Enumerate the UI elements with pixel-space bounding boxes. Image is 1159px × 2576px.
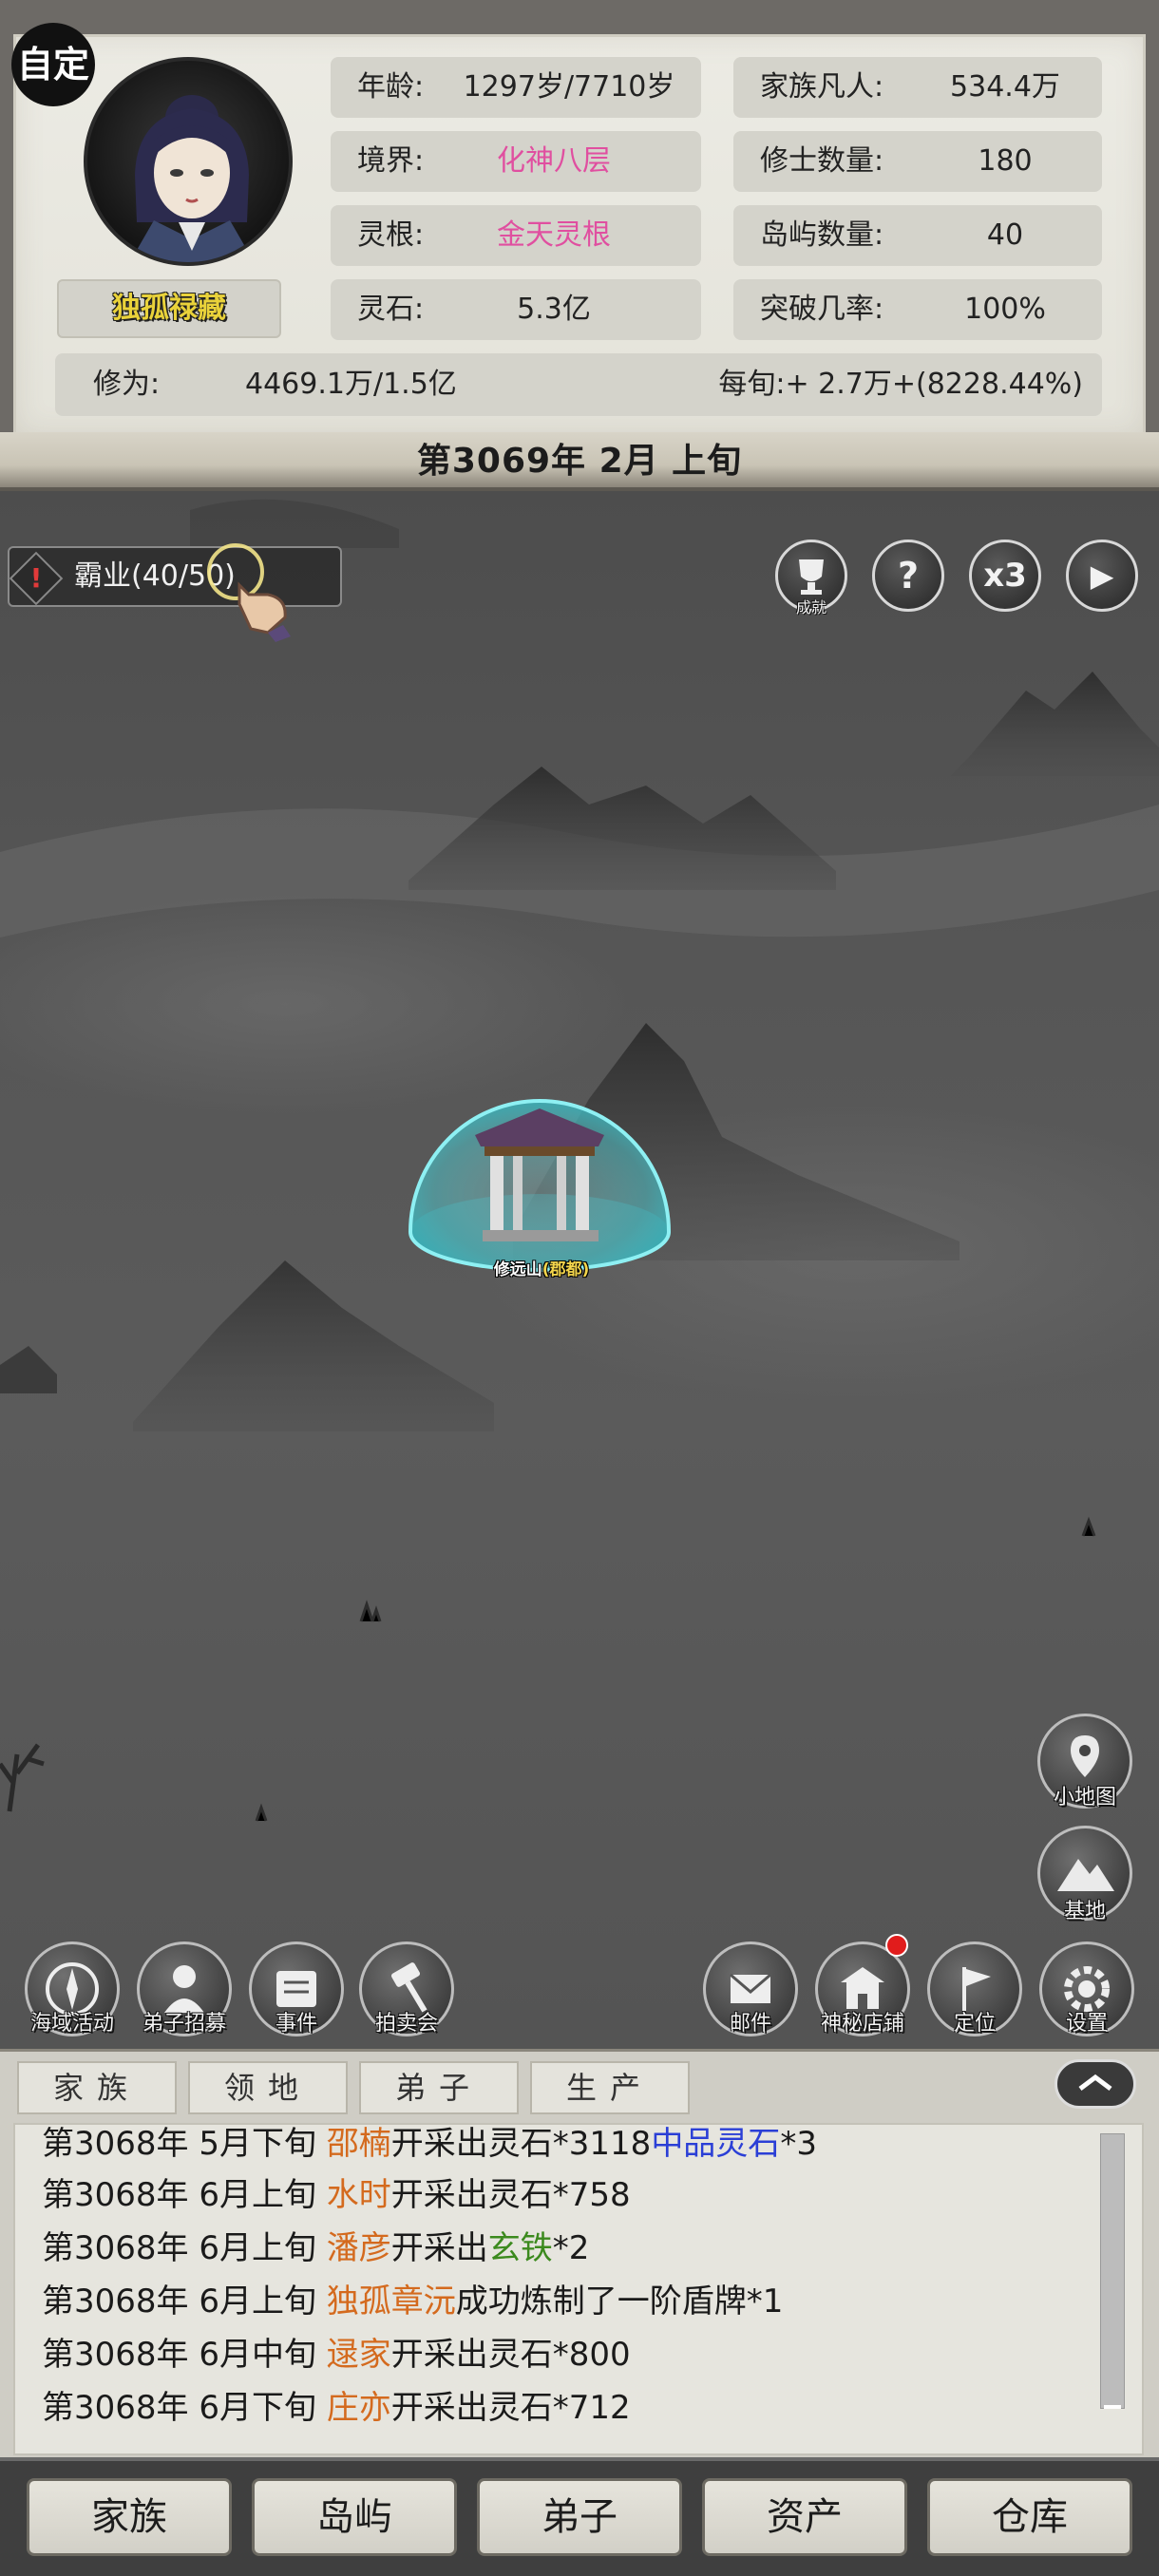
nav-assets[interactable]: 资产 <box>702 2478 907 2556</box>
family-stat: 家族凡人: 534.4万 <box>733 57 1102 118</box>
log-actor: 独孤章沅 <box>326 2282 456 2320</box>
game-date: 第3069年 2月 上旬 <box>416 442 743 481</box>
base-label-text: 基地 <box>1063 1900 1106 1923</box>
event-log-list[interactable]: 第3068年 5月下旬 邵楠开采出灵石*3118中品灵石*3 第3068年 6月… <box>13 2123 1144 2455</box>
age-label: 年龄: <box>357 70 425 104</box>
realm-value: 化神八层 <box>497 144 611 178</box>
cultivator-stat: 修士数量: 180 <box>733 131 1102 192</box>
cultivation-value: 4469.1万/1.5亿 <box>245 368 457 401</box>
achievement-label: 成就 <box>795 598 826 616</box>
spirit-stone-label: 灵石: <box>357 293 425 326</box>
log-entry: 第3068年 6月上旬 潘彦开采出玄铁*2 <box>42 2229 590 2267</box>
realm-stat: 境界: 化神八层 <box>331 131 701 192</box>
log-collapse-button[interactable] <box>1054 2059 1136 2109</box>
tab-territory[interactable]: 领地 <box>188 2061 348 2114</box>
spirit-stone-stat: 灵石: 5.3亿 <box>331 279 701 340</box>
nav-warehouse[interactable]: 仓库 <box>927 2478 1132 2556</box>
tutorial-pointer-icon <box>207 543 291 642</box>
island-label: 岛屿数量: <box>760 218 884 252</box>
spirit-stone-value: 5.3亿 <box>517 293 591 326</box>
speed-button[interactable]: x3 <box>969 540 1041 612</box>
base-label[interactable]: 修远山(郡都) <box>484 1256 598 1279</box>
log-scrollbar[interactable] <box>1100 2133 1125 2409</box>
log-scroll-thumb[interactable] <box>1104 2405 1121 2409</box>
log-entry: 第3068年 6月上旬 水时开采出灵石*758 <box>42 2176 631 2214</box>
spirit-root-label: 灵根: <box>357 218 425 252</box>
family-value: 534.4万 <box>950 70 1060 104</box>
base-capital-tag: (郡都) <box>542 1260 590 1279</box>
player-name: 独孤禄藏 <box>57 279 281 338</box>
custom-badge[interactable]: 自定 <box>11 23 95 106</box>
age-value: 1297岁/7710岁 <box>463 70 675 104</box>
log-actor: 邵楠 <box>326 2125 391 2163</box>
log-entry: 第3068年 6月下旬 庄亦开采出灵石*712 <box>42 2389 631 2427</box>
island-stat: 岛屿数量: 40 <box>733 205 1102 266</box>
minimap-label: 小地图 <box>1053 1786 1116 1809</box>
status-panel: 自定 独孤禄藏 年龄: 1297岁/7710岁 境界: 化神八层 灵根: 金天灵… <box>0 0 1159 499</box>
tab-disciples[interactable]: 弟子 <box>359 2061 519 2114</box>
log-actor: 逯家 <box>326 2336 391 2374</box>
notification-dot <box>885 1934 908 1957</box>
log-actor: 水时 <box>326 2176 391 2214</box>
auction-label: 拍卖会 <box>374 2012 438 2036</box>
breakthrough-label: 突破几率: <box>760 293 884 326</box>
log-item: 中品灵石 <box>651 2125 781 2163</box>
cultivator-value: 180 <box>978 144 1033 178</box>
tab-production[interactable]: 生产 <box>530 2061 690 2114</box>
family-label: 家族凡人: <box>760 70 884 104</box>
log-item: 玄铁 <box>487 2229 553 2267</box>
log-actor: 庄亦 <box>326 2389 391 2427</box>
help-button[interactable]: ? <box>872 540 944 612</box>
breakthrough-stat: 突破几率: 100% <box>733 279 1102 340</box>
nav-family[interactable]: 家族 <box>27 2478 232 2556</box>
cultivation-bar: 修为: 4469.1万/1.5亿 每旬:+ 2.7万+(8228.44%) <box>55 353 1102 416</box>
collapse-icon <box>1078 2074 1112 2091</box>
log-entry: 第3068年 6月上旬 独孤章沅成功炼制了一阶盾牌*1 <box>42 2282 784 2320</box>
warning-icon: ! <box>9 551 64 606</box>
nav-islands[interactable]: 岛屿 <box>252 2478 457 2556</box>
portrait-icon <box>129 95 255 262</box>
spirit-root-value: 金天灵根 <box>497 218 611 252</box>
log-actor: 潘彦 <box>326 2229 391 2267</box>
cultivator-label: 修士数量: <box>760 144 884 178</box>
play-button[interactable]: ▶ <box>1066 540 1138 612</box>
cultivation-rate: 每旬:+ 2.7万+(8228.44%) <box>718 368 1083 401</box>
breakthrough-value: 100% <box>964 293 1046 326</box>
tab-family[interactable]: 家族 <box>17 2061 177 2114</box>
avatar[interactable] <box>84 57 293 266</box>
log-entry: 第3068年 6月中旬 逯家开采出灵石*800 <box>42 2336 631 2374</box>
base-name: 修远山 <box>493 1260 542 1279</box>
cultivation-label: 修为: <box>93 368 161 401</box>
spirit-root-stat: 灵根: 金天灵根 <box>331 205 701 266</box>
realm-label: 境界: <box>357 144 425 178</box>
nav-disciples[interactable]: 弟子 <box>477 2478 682 2556</box>
log-entry: 第3068年 5月下旬 邵楠开采出灵石*3118中品灵石*3 <box>42 2125 817 2163</box>
age-stat: 年龄: 1297岁/7710岁 <box>331 57 701 118</box>
island-value: 40 <box>986 218 1024 252</box>
settings-label: 设置 <box>1065 2012 1108 2036</box>
